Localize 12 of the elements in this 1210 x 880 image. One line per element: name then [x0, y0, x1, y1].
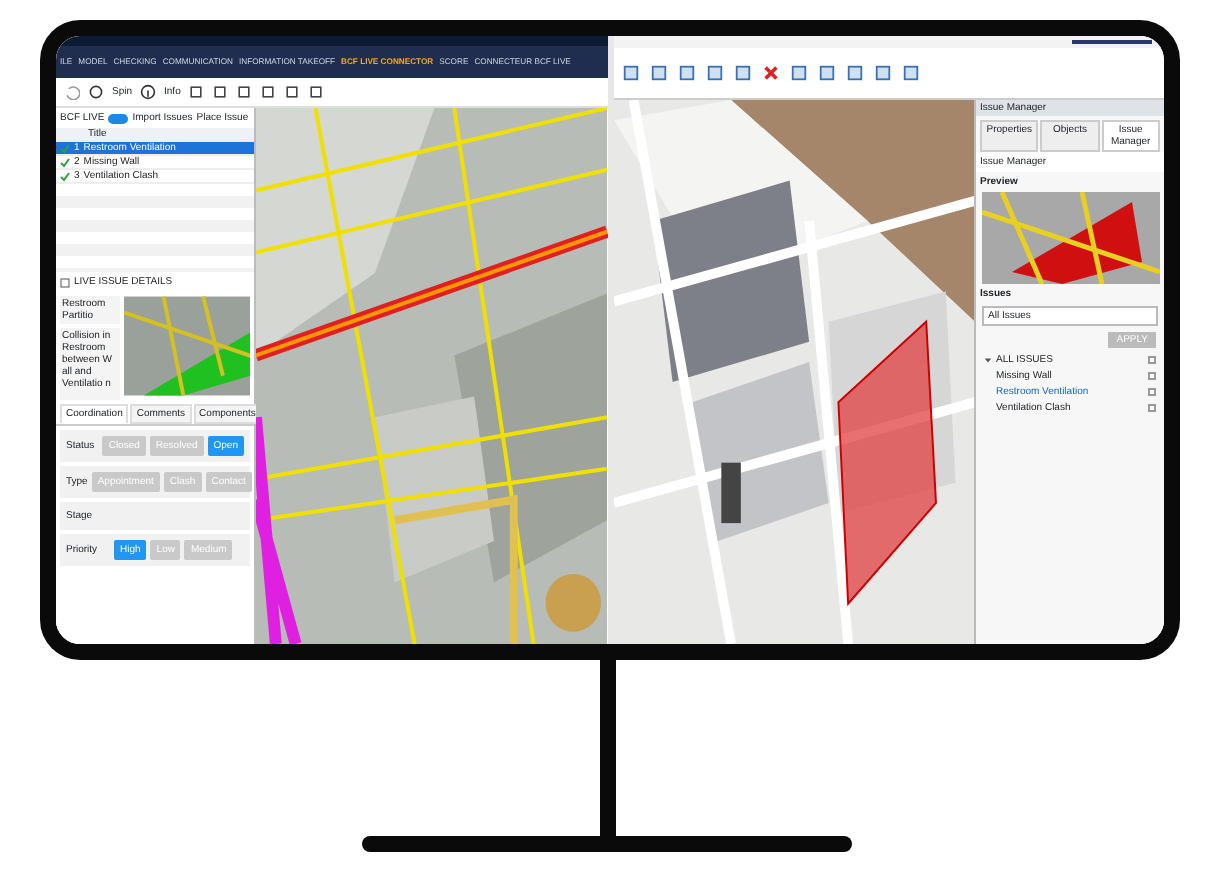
rotate-icon[interactable] — [88, 84, 104, 100]
checkbox[interactable] — [1148, 404, 1156, 412]
caret-icon[interactable] — [984, 356, 992, 364]
checkbox[interactable] — [1148, 372, 1156, 380]
preview-drawing — [123, 296, 250, 396]
delete-icon[interactable] — [761, 64, 779, 82]
undo-icon[interactable] — [64, 84, 80, 100]
checkbox[interactable] — [1148, 356, 1156, 364]
checkbox-icon[interactable] — [60, 277, 70, 287]
info-icon[interactable] — [140, 84, 157, 100]
checkbox[interactable] — [1148, 388, 1156, 396]
toggle-switch[interactable] — [108, 113, 129, 123]
